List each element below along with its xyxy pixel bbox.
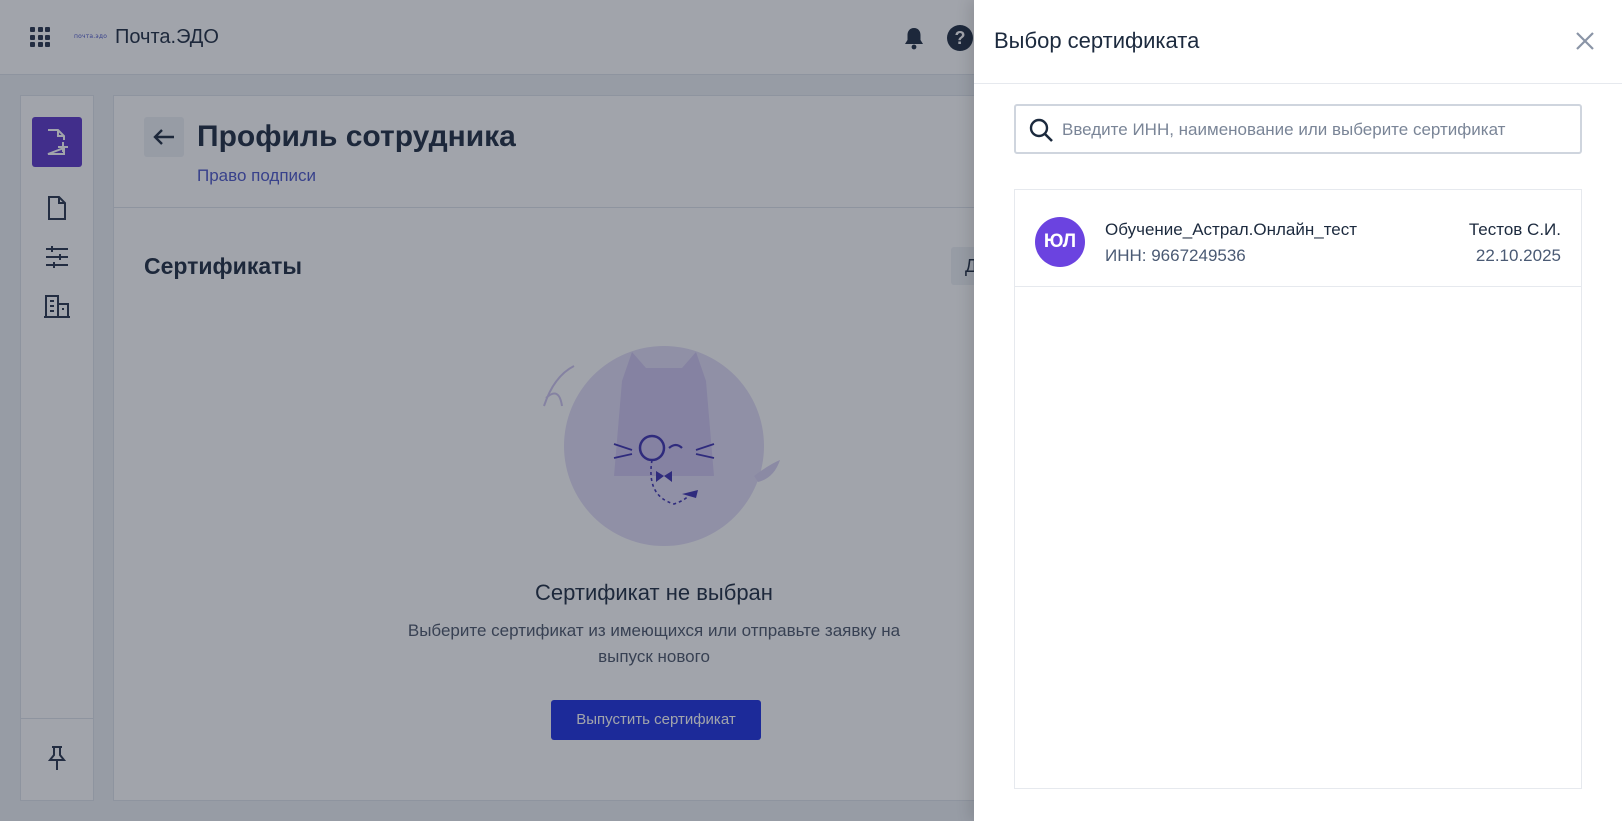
modal-overlay[interactable] [0, 0, 974, 821]
close-button[interactable] [1572, 28, 1598, 54]
avatar: ЮЛ [1035, 217, 1085, 267]
certificate-date: 22.10.2025 [1475, 246, 1561, 265]
search-icon [1029, 118, 1053, 142]
search-box [1014, 104, 1582, 154]
drawer-title: Выбор сертификата [994, 28, 1200, 53]
certificate-inn: ИНН: 9667249536 [1105, 246, 1246, 265]
certificate-item[interactable]: ЮЛ Обучение_Астрал.Онлайн_тест ИНН: 9667… [1015, 190, 1581, 287]
certificate-owner: Тестов С.И. [1468, 220, 1561, 239]
certificate-name: Обучение_Астрал.Онлайн_тест [1105, 220, 1358, 239]
close-icon [1576, 32, 1594, 50]
certificate-list: ЮЛ Обучение_Астрал.Онлайн_тест ИНН: 9667… [1014, 189, 1582, 789]
drawer-header: Выбор сертификата [974, 0, 1622, 84]
certificate-drawer: Выбор сертификата ЮЛ Обучение_Астрал.Онл… [974, 0, 1622, 821]
search-input[interactable] [1060, 106, 1574, 154]
